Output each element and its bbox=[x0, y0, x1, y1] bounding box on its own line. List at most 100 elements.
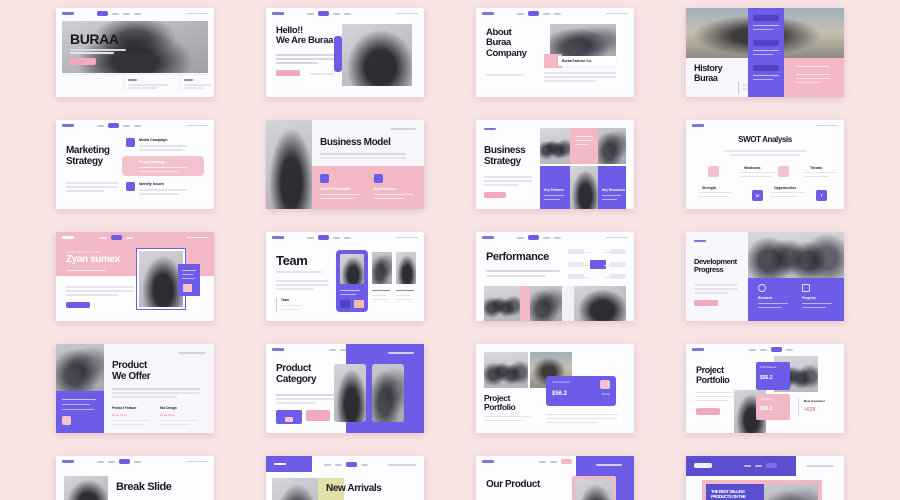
nav-search-bar[interactable] bbox=[185, 124, 208, 127]
nav-search-bar[interactable] bbox=[388, 352, 414, 354]
read-more-button[interactable] bbox=[276, 70, 300, 76]
nav-item-active[interactable] bbox=[111, 235, 123, 240]
nav-search-bar[interactable] bbox=[816, 124, 838, 127]
nav-item-active[interactable] bbox=[317, 235, 329, 240]
slide-thumbnail-best-selling[interactable]: THE BEST SELLING PRODUCTS ON THE MARKET bbox=[686, 456, 844, 500]
slide-thumbnail-business-model[interactable]: Business Model Value Proposition Key Par… bbox=[266, 120, 424, 209]
nav-search-bar[interactable] bbox=[605, 12, 628, 15]
nav-item[interactable] bbox=[553, 236, 561, 239]
nav-item-active[interactable] bbox=[527, 235, 539, 240]
nav-item[interactable] bbox=[96, 124, 104, 127]
nav-item-active[interactable] bbox=[317, 11, 329, 16]
nav-item[interactable] bbox=[96, 460, 104, 463]
nav-item[interactable] bbox=[542, 12, 550, 15]
slide-cell: NEW COLLECTION Zyan sumex bbox=[30, 232, 240, 344]
nav-item[interactable] bbox=[111, 12, 119, 15]
explore-now-button[interactable] bbox=[276, 410, 302, 424]
nav-item-active[interactable] bbox=[771, 347, 782, 352]
nav-item[interactable] bbox=[516, 12, 524, 15]
key-resources-card[interactable]: Key Resources bbox=[598, 166, 626, 209]
key-partners-card[interactable]: Key Partners bbox=[540, 166, 570, 209]
slide-thumbnail-hello[interactable]: Hello!! We Are Buraa bbox=[266, 8, 424, 97]
read-more-button[interactable] bbox=[66, 302, 90, 308]
nav-item-active[interactable] bbox=[96, 11, 108, 16]
read-more-button[interactable] bbox=[694, 300, 718, 306]
read-more-button[interactable] bbox=[696, 408, 720, 415]
nav-search-bar[interactable] bbox=[395, 12, 418, 15]
nav-search-bar[interactable] bbox=[185, 460, 208, 463]
nav-item[interactable] bbox=[516, 236, 524, 239]
read-more-button[interactable] bbox=[70, 58, 96, 65]
nav-item[interactable] bbox=[553, 12, 561, 15]
slide-thumbnail-new-arrivals[interactable]: New Arrivals The Latest Product From Our… bbox=[266, 456, 424, 500]
slide-thumbnail-cover[interactable]: BURAA bbox=[56, 8, 214, 97]
slide-thumbnail-team[interactable]: Team Team bbox=[266, 232, 424, 321]
nav-item-active[interactable] bbox=[766, 463, 777, 468]
nav-item-active[interactable] bbox=[118, 459, 130, 464]
nav-item[interactable] bbox=[306, 12, 314, 15]
slide-thumbnail-product-we-offer[interactable]: Product We Offer Product Feature Read Mo… bbox=[56, 344, 214, 433]
slide-thumbnail-break-slide[interactable]: Break Slide bbox=[56, 456, 214, 500]
slide-thumbnail-history[interactable]: History Buraa bbox=[686, 8, 844, 97]
nav-item-active[interactable] bbox=[346, 462, 357, 467]
nav-search-bar[interactable] bbox=[185, 236, 208, 239]
revenue-card[interactable]: Total Revenue $56.2 Buraa bbox=[546, 376, 616, 406]
nav-search-bar[interactable] bbox=[390, 128, 416, 130]
item-highlight-card[interactable]: Brand Strategy bbox=[122, 156, 204, 176]
nav-search-bar[interactable] bbox=[185, 12, 208, 15]
nav-item[interactable] bbox=[133, 12, 141, 15]
nav-search-bar[interactable] bbox=[605, 236, 628, 239]
nav-item[interactable] bbox=[126, 236, 134, 239]
nav-item[interactable] bbox=[107, 460, 115, 463]
nav-search-bar[interactable] bbox=[178, 352, 206, 354]
product-detail-card[interactable] bbox=[178, 264, 200, 296]
nav-item-active[interactable] bbox=[107, 123, 119, 128]
slide-thumbnail-our-product[interactable]: Our Product bbox=[476, 456, 634, 500]
slide-thumbnail-marketing-strategy[interactable]: Marketing Strategy Media Campaign Brand … bbox=[56, 120, 214, 209]
nav-search-bar[interactable] bbox=[388, 464, 416, 466]
slide-thumbnail-business-strategy[interactable]: Business Strategy Key Partners Key Resou… bbox=[476, 120, 634, 209]
nav-item-active[interactable] bbox=[527, 11, 539, 16]
slide-thumbnail-zyan[interactable]: NEW COLLECTION Zyan sumex bbox=[56, 232, 214, 321]
nav-item[interactable] bbox=[550, 460, 557, 463]
nav-search-bar[interactable] bbox=[806, 465, 834, 467]
slide-thumbnail-development-progress[interactable]: Development Progress Research Progress bbox=[686, 232, 844, 321]
nav-search-bar[interactable] bbox=[395, 236, 418, 239]
nav-item[interactable] bbox=[539, 460, 546, 463]
slide-thumbnail-project-portfolio-2[interactable]: Project Portfolio Total Revenue $56.2 To… bbox=[686, 344, 844, 433]
nav-item[interactable] bbox=[786, 348, 793, 351]
read-more-button[interactable] bbox=[484, 192, 506, 198]
nav-item[interactable] bbox=[335, 463, 342, 466]
nav-item[interactable] bbox=[122, 12, 130, 15]
nav-item[interactable] bbox=[760, 348, 767, 351]
nav-item[interactable] bbox=[324, 463, 331, 466]
nav-item[interactable] bbox=[361, 463, 368, 466]
nav-search-bar[interactable] bbox=[596, 464, 622, 466]
nav-item[interactable] bbox=[100, 236, 108, 239]
body-line bbox=[276, 284, 328, 286]
read-more-button[interactable] bbox=[306, 410, 330, 421]
slide-thumbnail-performance[interactable]: Performance bbox=[476, 232, 634, 321]
nav-item[interactable] bbox=[332, 12, 340, 15]
nav-item-active[interactable] bbox=[561, 459, 572, 464]
nav-item[interactable] bbox=[332, 236, 340, 239]
slide-thumbnail-swot[interactable]: SWOT Analysis Strength Weakness W Opport… bbox=[686, 120, 844, 209]
nav-item[interactable] bbox=[343, 236, 351, 239]
nav-item[interactable] bbox=[755, 464, 762, 467]
slide-thumbnail-product-category[interactable]: Product Category bbox=[266, 344, 424, 433]
nav-item[interactable] bbox=[329, 348, 336, 351]
nav-item[interactable] bbox=[542, 236, 550, 239]
slide-thumbnail-about[interactable]: About Buraa Company Buraa Fashion Co. bbox=[476, 8, 634, 97]
nav-item[interactable] bbox=[749, 348, 756, 351]
card-icon bbox=[183, 284, 192, 292]
nav-item[interactable] bbox=[133, 124, 141, 127]
sales-card[interactable]: Total Sales $56.2 bbox=[756, 394, 790, 420]
nav-item[interactable] bbox=[133, 460, 141, 463]
slide-thumbnail-project-portfolio[interactable]: Project Portfolio Total Revenue $56.2 Bu… bbox=[476, 344, 634, 433]
nav-item[interactable] bbox=[122, 124, 130, 127]
nav-item[interactable] bbox=[343, 12, 351, 15]
team-member-card-featured[interactable] bbox=[336, 250, 368, 312]
revenue-card[interactable]: Total Revenue $56.2 bbox=[756, 362, 790, 390]
nav-item[interactable] bbox=[744, 464, 751, 467]
nav-item[interactable] bbox=[306, 236, 314, 239]
